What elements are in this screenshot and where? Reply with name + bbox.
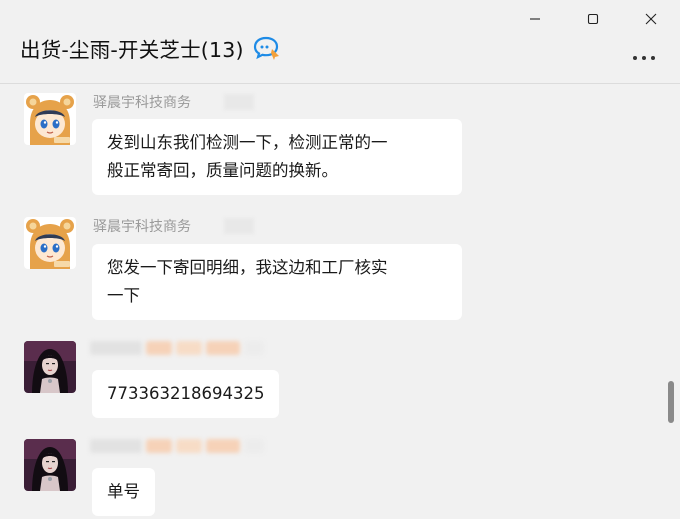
message-text-line: 您发一下寄回明细，我这边和工厂核实 — [107, 258, 388, 277]
redacted-sender-name — [90, 341, 264, 355]
message-bubble[interactable]: 发到山东我们检测一下，检测正常的一 般正常寄回，质量问题的换新。 — [92, 119, 462, 195]
message-bubble[interactable]: 您发一下寄回明细，我这边和工厂核实 一下 — [92, 244, 462, 320]
message-text-line: 般正常寄回，质量问题的换新。 — [107, 161, 338, 180]
message-bubble[interactable]: 773363218694325 — [92, 370, 280, 418]
message-text-line: 发到山东我们检测一下，检测正常的一 — [107, 133, 388, 152]
redacted-patch — [224, 218, 254, 234]
redacted-sender-name — [90, 439, 264, 453]
message-item: 驿晨宇科技商务 您发一下寄回明细，我这边和工厂核实 一下 — [24, 217, 474, 327]
message-list[interactable]: 驿晨宇科技商务 发到山东我们检测一下，检测正常的一 般正常寄回，质量问题的换新。 — [0, 85, 660, 519]
avatar[interactable] — [24, 217, 76, 269]
message-item: 驿晨宇科技商务 发到山东我们检测一下，检测正常的一 般正常寄回，质量问题的换新。 — [24, 93, 474, 203]
chat-title: 出货-尘雨-开关芝士(13) — [20, 38, 244, 62]
scrollbar[interactable] — [660, 85, 680, 519]
message-text-line: 单号 — [107, 482, 140, 501]
avatar[interactable] — [24, 341, 76, 393]
minimize-icon[interactable] — [506, 6, 564, 32]
message-bubble[interactable]: 单号 — [92, 468, 155, 516]
scrollbar-thumb[interactable] — [668, 381, 674, 423]
message-item: 773363218694325 — [24, 341, 474, 421]
sender-name: 驿晨宇科技商务 — [93, 95, 191, 111]
avatar[interactable] — [24, 439, 76, 491]
chat-bubbles-icon[interactable] — [252, 33, 282, 63]
message-item: 单号 — [24, 439, 474, 519]
avatar[interactable] — [24, 93, 76, 145]
message-text-line: 773363218694325 — [107, 384, 265, 403]
more-icon[interactable] — [630, 48, 658, 68]
redacted-patch — [224, 94, 254, 110]
message-text-line: 一下 — [107, 286, 140, 305]
window-controls — [506, 6, 680, 32]
close-icon[interactable] — [622, 6, 680, 32]
title-row: 出货-尘雨-开关芝士(13) — [20, 33, 282, 63]
sender-name: 驿晨宇科技商务 — [93, 219, 191, 235]
maximize-icon[interactable] — [564, 6, 622, 32]
